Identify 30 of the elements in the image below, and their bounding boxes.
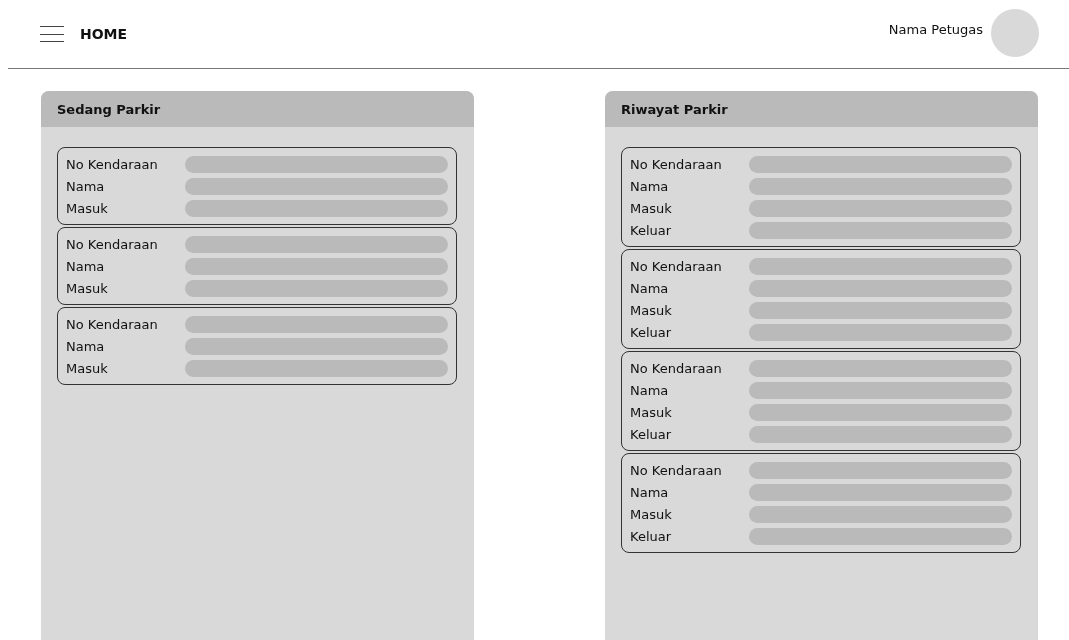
field-label: Masuk bbox=[630, 200, 673, 216]
field-label: Keluar bbox=[630, 324, 673, 340]
field-label: No Kendaraan bbox=[66, 316, 159, 332]
field-label: Nama bbox=[630, 280, 670, 296]
field-label: No Kendaraan bbox=[630, 360, 723, 376]
user-name: Nama Petugas bbox=[888, 22, 983, 37]
field-label: Nama bbox=[66, 258, 106, 274]
field-label: Keluar bbox=[630, 426, 673, 442]
field-label: Nama bbox=[630, 178, 670, 194]
field-label: No Kendaraan bbox=[66, 156, 159, 172]
field-label: Masuk bbox=[630, 506, 673, 522]
field-label: Masuk bbox=[630, 302, 673, 318]
field-label: No Kendaraan bbox=[66, 236, 159, 252]
field-label: No Kendaraan bbox=[630, 258, 723, 274]
field-label: Nama bbox=[66, 178, 106, 194]
field-label: Nama bbox=[66, 338, 106, 354]
menu-icon[interactable] bbox=[40, 26, 64, 42]
field-label: Masuk bbox=[630, 404, 673, 420]
field-label: Nama bbox=[630, 382, 670, 398]
field-label: Keluar bbox=[630, 528, 673, 544]
field-label: Masuk bbox=[66, 360, 109, 376]
field-label: Masuk bbox=[66, 200, 109, 216]
field-label: No Kendaraan bbox=[630, 156, 723, 172]
field-label: Masuk bbox=[66, 280, 109, 296]
field-label: No Kendaraan bbox=[630, 462, 723, 478]
field-label: Nama bbox=[630, 484, 670, 500]
field-label: Keluar bbox=[630, 222, 673, 238]
panel-title: Riwayat Parkir bbox=[605, 91, 1038, 127]
page-title: HOME bbox=[80, 26, 128, 42]
panel-title: Sedang Parkir bbox=[41, 91, 474, 127]
